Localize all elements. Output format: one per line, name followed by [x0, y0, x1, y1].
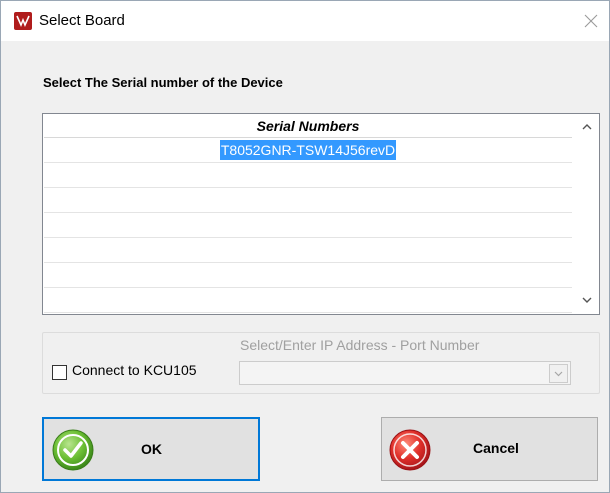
ip-address-label: Select/Enter IP Address - Port Number — [240, 337, 480, 353]
list-item[interactable] — [44, 163, 572, 188]
checkmark-icon — [52, 429, 94, 471]
connect-kcu105-checkbox[interactable] — [52, 365, 67, 380]
chevron-down-icon — [582, 297, 592, 303]
list-item[interactable] — [44, 263, 572, 288]
list-rows: T8052GNR-TSW14J56revD — [44, 138, 572, 313]
chevron-down-icon — [554, 371, 563, 377]
list-item-label-selected: T8052GNR-TSW14J56revD — [219, 140, 397, 160]
scroll-up-button[interactable] — [575, 117, 599, 137]
list-item[interactable]: T8052GNR-TSW14J56revD — [44, 138, 572, 163]
close-icon — [584, 14, 598, 28]
chevron-up-icon — [582, 124, 592, 130]
vertical-scrollbar[interactable] — [574, 114, 599, 314]
ok-button-label: OK — [141, 441, 162, 457]
connect-kcu105-label[interactable]: Connect to KCU105 — [72, 362, 197, 378]
list-item[interactable] — [44, 238, 572, 263]
list-item[interactable] — [44, 288, 572, 313]
select-board-dialog: Select Board Select The Serial number of… — [0, 0, 610, 493]
title-bar: Select Board — [1, 1, 609, 41]
combo-dropdown-button[interactable] — [549, 364, 568, 383]
window-title: Select Board — [39, 12, 125, 29]
serial-number-list[interactable]: Serial Numbers T8052GNR-TSW14J56revD — [42, 113, 600, 315]
connection-group: Select/Enter IP Address - Port Number Co… — [42, 332, 600, 394]
list-column-header[interactable]: Serial Numbers — [44, 115, 572, 138]
list-item[interactable] — [44, 188, 572, 213]
scroll-down-button[interactable] — [575, 291, 599, 311]
ok-button[interactable]: OK — [42, 417, 260, 481]
app-logo-icon — [14, 12, 32, 30]
instruction-label: Select The Serial number of the Device — [43, 75, 283, 90]
cancel-button-label: Cancel — [473, 440, 519, 456]
close-button[interactable] — [577, 7, 605, 35]
ip-address-combobox[interactable] — [239, 361, 571, 385]
cross-icon — [389, 429, 431, 471]
cancel-button[interactable]: Cancel — [381, 417, 598, 481]
dialog-body: Select The Serial number of the Device S… — [1, 41, 609, 492]
list-item[interactable] — [44, 213, 572, 238]
